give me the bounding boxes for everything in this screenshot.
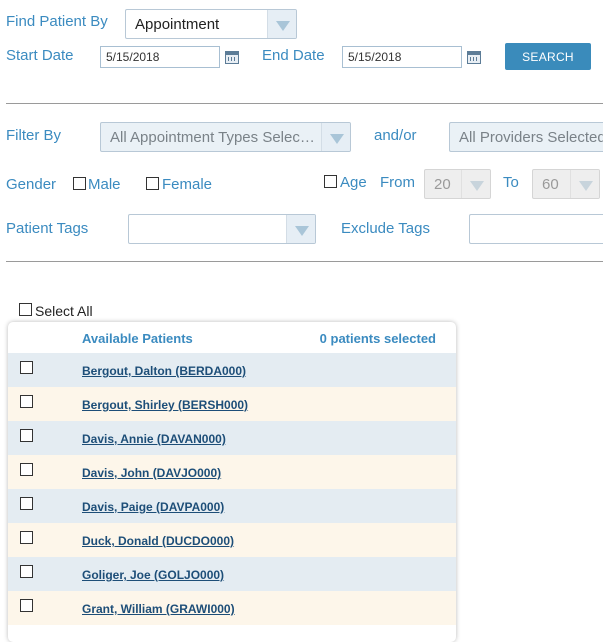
end-date-label: End Date: [262, 47, 325, 64]
patient-checkbox[interactable]: [20, 395, 33, 408]
appointment-types-select[interactable]: All Appointment Types Selec…: [100, 122, 351, 152]
patient-row[interactable]: Duck, Donald (DUCDO000): [8, 523, 456, 557]
age-from-select[interactable]: 20: [424, 169, 491, 199]
age-checkbox[interactable]: [324, 175, 337, 188]
age-to-select[interactable]: 60: [532, 169, 600, 199]
patient-row[interactable]: Davis, John (DAVJO000): [8, 455, 456, 489]
calendar-icon[interactable]: [467, 51, 481, 64]
patient-row[interactable]: Davis, Paige (DAVPA000): [8, 489, 456, 523]
age-from-value: 20: [434, 176, 451, 193]
patient-link[interactable]: Duck, Donald (DUCDO000): [82, 534, 234, 548]
patient-row[interactable]: Grant, William (GRAWI000): [8, 591, 456, 625]
calendar-icon[interactable]: [225, 51, 239, 64]
divider: [6, 103, 603, 104]
appointment-types-value: All Appointment Types Selec…: [110, 129, 315, 146]
patient-checkbox[interactable]: [20, 429, 33, 442]
panel-header: Available Patients 0 patients selected: [8, 322, 456, 353]
chevron-down-icon: [461, 170, 490, 198]
age-label: Age: [340, 174, 367, 191]
exclude-tags-select[interactable]: [469, 214, 603, 244]
patient-link[interactable]: Bergout, Dalton (BERDA000): [82, 364, 246, 378]
available-patients-heading: Available Patients: [82, 331, 193, 346]
male-checkbox[interactable]: [73, 177, 86, 190]
divider: [6, 261, 603, 262]
find-patient-by-select[interactable]: Appointment: [125, 9, 297, 39]
patient-link[interactable]: Davis, John (DAVJO000): [82, 466, 221, 480]
patient-checkbox[interactable]: [20, 565, 33, 578]
start-date-input[interactable]: 5/15/2018: [100, 46, 220, 68]
patient-row[interactable]: Goliger, Joe (GOLJO000): [8, 557, 456, 591]
available-patients-panel: Available Patients 0 patients selected B…: [8, 322, 456, 642]
select-all-label: Select All: [35, 303, 93, 319]
providers-value: All Providers Selected: [459, 129, 603, 146]
search-button[interactable]: SEARCH: [505, 43, 591, 70]
find-patient-by-label: Find Patient By: [6, 13, 108, 30]
patient-checkbox[interactable]: [20, 599, 33, 612]
chevron-down-icon: [267, 10, 296, 38]
patient-checkbox[interactable]: [20, 361, 33, 374]
select-all-checkbox[interactable]: [19, 303, 32, 316]
patient-row[interactable]: Bergout, Shirley (BERSH000): [8, 387, 456, 421]
providers-select[interactable]: All Providers Selected: [449, 122, 603, 152]
end-date-input[interactable]: 5/15/2018: [342, 46, 462, 68]
age-from-label: From: [380, 174, 415, 191]
patient-checkbox[interactable]: [20, 497, 33, 510]
and-or-label: and/or: [374, 127, 417, 144]
gender-label: Gender: [6, 176, 57, 193]
chevron-down-icon: [286, 215, 315, 243]
female-checkbox[interactable]: [146, 177, 159, 190]
selected-count: 0 patients selected: [319, 331, 436, 346]
find-patient-by-value: Appointment: [135, 16, 220, 33]
patient-checkbox[interactable]: [20, 531, 33, 544]
age-to-value: 60: [542, 176, 559, 193]
exclude-tags-label: Exclude Tags: [341, 220, 430, 237]
patient-checkbox[interactable]: [20, 463, 33, 476]
patient-link[interactable]: Bergout, Shirley (BERSH000): [82, 398, 248, 412]
patient-link[interactable]: Grant, William (GRAWI000): [82, 602, 235, 616]
start-date-label: Start Date: [6, 47, 74, 64]
male-label: Male: [88, 176, 121, 193]
filter-by-label: Filter By: [6, 127, 62, 144]
patient-link[interactable]: Goliger, Joe (GOLJO000): [82, 568, 224, 582]
patient-link[interactable]: Davis, Paige (DAVPA000): [82, 500, 224, 514]
patient-row[interactable]: Davis, Annie (DAVAN000): [8, 421, 456, 455]
patient-tags-label: Patient Tags: [6, 220, 89, 237]
age-to-label: To: [503, 174, 519, 191]
patient-link[interactable]: Davis, Annie (DAVAN000): [82, 432, 226, 446]
chevron-down-icon: [570, 170, 599, 198]
female-label: Female: [162, 176, 213, 193]
patient-row[interactable]: Bergout, Dalton (BERDA000): [8, 353, 456, 387]
patient-tags-select[interactable]: [128, 214, 316, 244]
chevron-down-icon: [321, 123, 350, 151]
